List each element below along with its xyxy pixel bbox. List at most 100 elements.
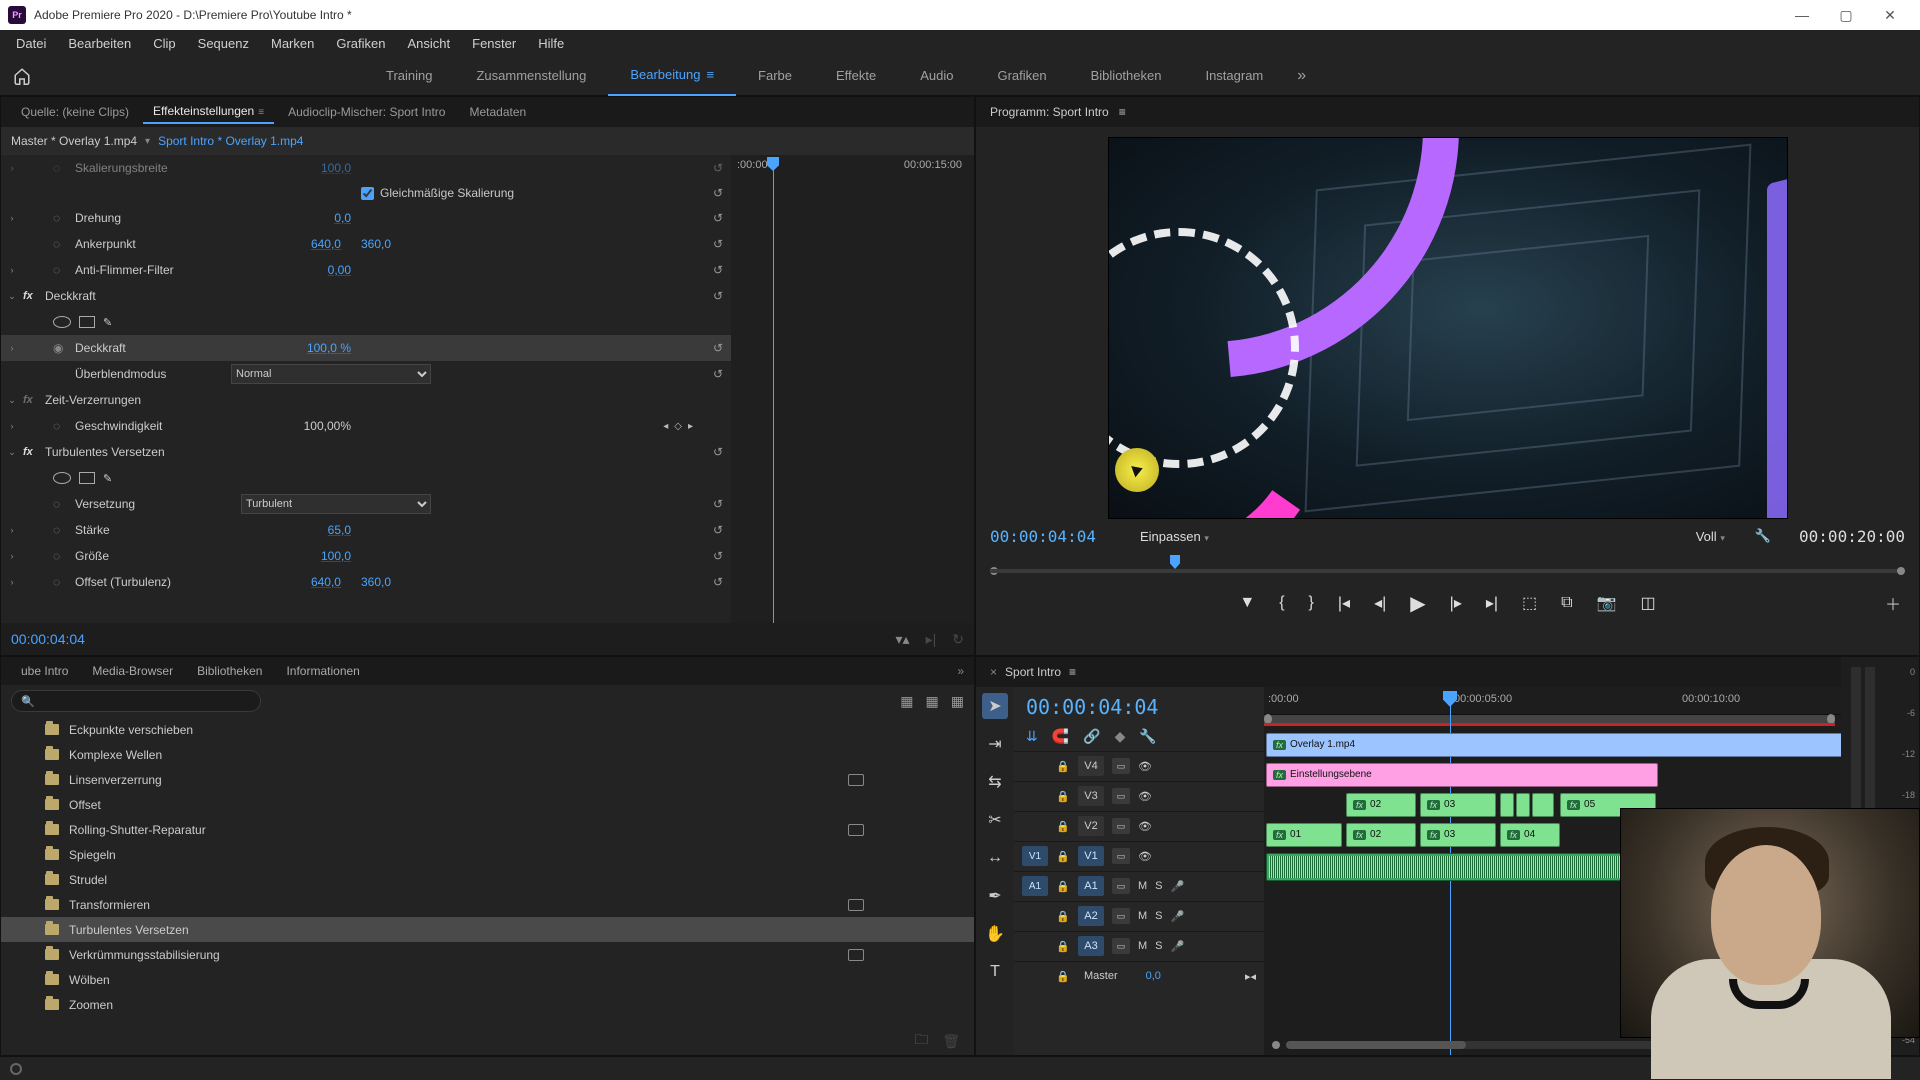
clip-v1-01[interactable]: fx01: [1266, 823, 1342, 847]
fx-badge-icon[interactable]: fx: [23, 290, 41, 302]
blendmode-select[interactable]: Normal: [231, 364, 431, 384]
workspace-bibliotheken[interactable]: Bibliotheken: [1069, 56, 1184, 96]
settings-wrench-icon[interactable]: 🔧: [1139, 728, 1156, 745]
prop-offset-y[interactable]: 360,0: [361, 575, 391, 589]
track-output-icon[interactable]: ▭: [1112, 788, 1130, 804]
track-v3[interactable]: V3: [1078, 786, 1104, 806]
stopwatch-icon[interactable]: ◌: [53, 237, 71, 251]
sequence-clip-label[interactable]: Sport Intro * Overlay 1.mp4: [158, 134, 303, 148]
timeline-timecode[interactable]: 00:00:04:04: [1014, 687, 1264, 723]
reset-icon[interactable]: ↺: [713, 367, 723, 381]
workspace-instagram[interactable]: Instagram: [1183, 56, 1285, 96]
mark-out-icon[interactable]: }: [1309, 594, 1314, 612]
maximize-button[interactable]: ▢: [1824, 0, 1868, 30]
program-video[interactable]: [1108, 137, 1788, 519]
effect-item[interactable]: Offset: [1, 792, 974, 817]
clip-audio-a1[interactable]: [1266, 853, 1658, 881]
track-a3[interactable]: A3: [1078, 936, 1104, 956]
clip-v2-03[interactable]: fx03: [1420, 793, 1496, 817]
quality-select[interactable]: Voll ▾: [1696, 529, 1725, 544]
eye-icon[interactable]: 👁: [1138, 820, 1152, 833]
reset-icon[interactable]: ↺: [713, 186, 723, 200]
lock-icon[interactable]: 🔒: [1056, 820, 1070, 833]
prop-anchor-y[interactable]: 360,0: [361, 237, 391, 251]
workspace-overflow-icon[interactable]: »: [1285, 67, 1318, 85]
program-playhead[interactable]: [1170, 555, 1180, 569]
timeline-ruler[interactable]: :00:00 00:00:05:00 00:00:10:00 00:00:15:…: [1264, 687, 1841, 715]
reset-icon[interactable]: ↺: [713, 161, 723, 175]
menu-bearbeiten[interactable]: Bearbeiten: [58, 33, 141, 54]
play-icon[interactable]: ▶: [1410, 591, 1425, 616]
disclosure-icon[interactable]: ›: [1, 265, 23, 275]
prev-keyframe-icon[interactable]: ◂: [663, 421, 668, 432]
preset-type-icon[interactable]: ▦: [951, 693, 964, 710]
disclosure-icon[interactable]: ›: [1, 421, 23, 431]
stopwatch-icon[interactable]: ◌: [53, 549, 71, 563]
effect-item[interactable]: Spiegeln: [1, 842, 974, 867]
prop-rotation-value[interactable]: 0,0: [334, 211, 351, 225]
prop-anchor-x[interactable]: 640,0: [311, 237, 341, 251]
lock-icon[interactable]: 🔒: [1056, 790, 1070, 803]
disclosure-icon[interactable]: ›: [1, 213, 23, 223]
mask-ellipse-icon[interactable]: [53, 472, 71, 484]
track-select-tool-icon[interactable]: ⇥: [982, 731, 1008, 757]
prop-antiflicker-value[interactable]: 0,00: [328, 263, 351, 277]
keyframe-area[interactable]: :00:00 00:00:15:00: [731, 155, 974, 623]
master-clip-label[interactable]: Master * Overlay 1.mp4: [11, 134, 137, 148]
disclosure-icon[interactable]: ›: [1, 525, 23, 535]
workspace-bearbeitung[interactable]: Bearbeitung≡: [608, 56, 736, 96]
settings-wrench-icon[interactable]: 🔧: [1755, 528, 1771, 544]
effect-turbulent-displace[interactable]: Turbulentes Versetzen: [41, 445, 165, 459]
workspace-effekte[interactable]: Effekte: [814, 56, 898, 96]
linked-selection-icon[interactable]: 🔗: [1083, 728, 1100, 745]
reset-icon[interactable]: ↺: [713, 341, 723, 355]
go-to-out-icon[interactable]: ▸|: [1486, 593, 1498, 613]
preset-type-icon[interactable]: ▦: [926, 693, 939, 710]
prop-offset-x[interactable]: 640,0: [311, 575, 341, 589]
eye-icon[interactable]: 👁: [1138, 760, 1152, 773]
work-area-bar[interactable]: [1264, 715, 1835, 723]
stopwatch-icon[interactable]: ◌: [53, 575, 71, 589]
effect-item[interactable]: Wölben: [1, 967, 974, 992]
pen-tool-icon[interactable]: ✒: [982, 883, 1008, 909]
reset-icon[interactable]: ↺: [713, 211, 723, 225]
mask-ellipse-icon[interactable]: [53, 316, 71, 328]
tab-libraries[interactable]: Bibliotheken: [187, 661, 272, 681]
menu-sequenz[interactable]: Sequenz: [188, 33, 259, 54]
reset-icon[interactable]: ↺: [713, 237, 723, 251]
track-v2[interactable]: V2: [1078, 816, 1104, 836]
track-output-icon[interactable]: ▭: [1112, 818, 1130, 834]
reset-icon[interactable]: ↺: [713, 289, 723, 303]
track-v1[interactable]: V1: [1078, 846, 1104, 866]
marker-icon[interactable]: ◆: [1115, 728, 1126, 745]
eye-icon[interactable]: 👁: [1138, 850, 1152, 863]
program-timecode-current[interactable]: 00:00:04:04: [990, 527, 1096, 546]
tab-project[interactable]: ube Intro: [11, 661, 78, 681]
track-output-icon[interactable]: ▭: [1112, 758, 1130, 774]
razor-tool-icon[interactable]: ✂: [982, 807, 1008, 833]
effect-item[interactable]: Zoomen: [1, 992, 974, 1017]
prop-size-value[interactable]: 100,0: [321, 549, 351, 563]
effect-item[interactable]: Turbulentes Versetzen: [1, 917, 974, 942]
menu-clip[interactable]: Clip: [143, 33, 185, 54]
stopwatch-icon[interactable]: ◌: [53, 211, 71, 225]
lock-icon[interactable]: 🔒: [1056, 760, 1070, 773]
voiceover-icon[interactable]: 🎤: [1171, 880, 1185, 893]
mask-pen-icon[interactable]: ✎: [103, 316, 112, 329]
menu-fenster[interactable]: Fenster: [462, 33, 526, 54]
lock-icon[interactable]: 🔒: [1056, 970, 1070, 983]
panel-menu-icon[interactable]: ≡: [1069, 665, 1076, 679]
lift-icon[interactable]: ⬚: [1522, 593, 1537, 613]
effect-item[interactable]: Linsenverzerrung: [1, 767, 974, 792]
master-value[interactable]: 0,0: [1146, 970, 1161, 982]
comparison-view-icon[interactable]: ◫: [1641, 593, 1656, 613]
add-marker-icon[interactable]: ▼: [1239, 594, 1255, 612]
voiceover-icon[interactable]: 🎤: [1171, 940, 1185, 953]
menu-ansicht[interactable]: Ansicht: [397, 33, 460, 54]
disclosure-icon[interactable]: ›: [1, 343, 23, 353]
fx-badge-icon[interactable]: fx: [23, 446, 41, 458]
mask-pen-icon[interactable]: ✎: [103, 472, 112, 485]
kf-playhead[interactable]: [773, 157, 774, 623]
lock-icon[interactable]: 🔒: [1056, 880, 1070, 893]
go-to-in-icon[interactable]: |◂: [1338, 593, 1350, 613]
